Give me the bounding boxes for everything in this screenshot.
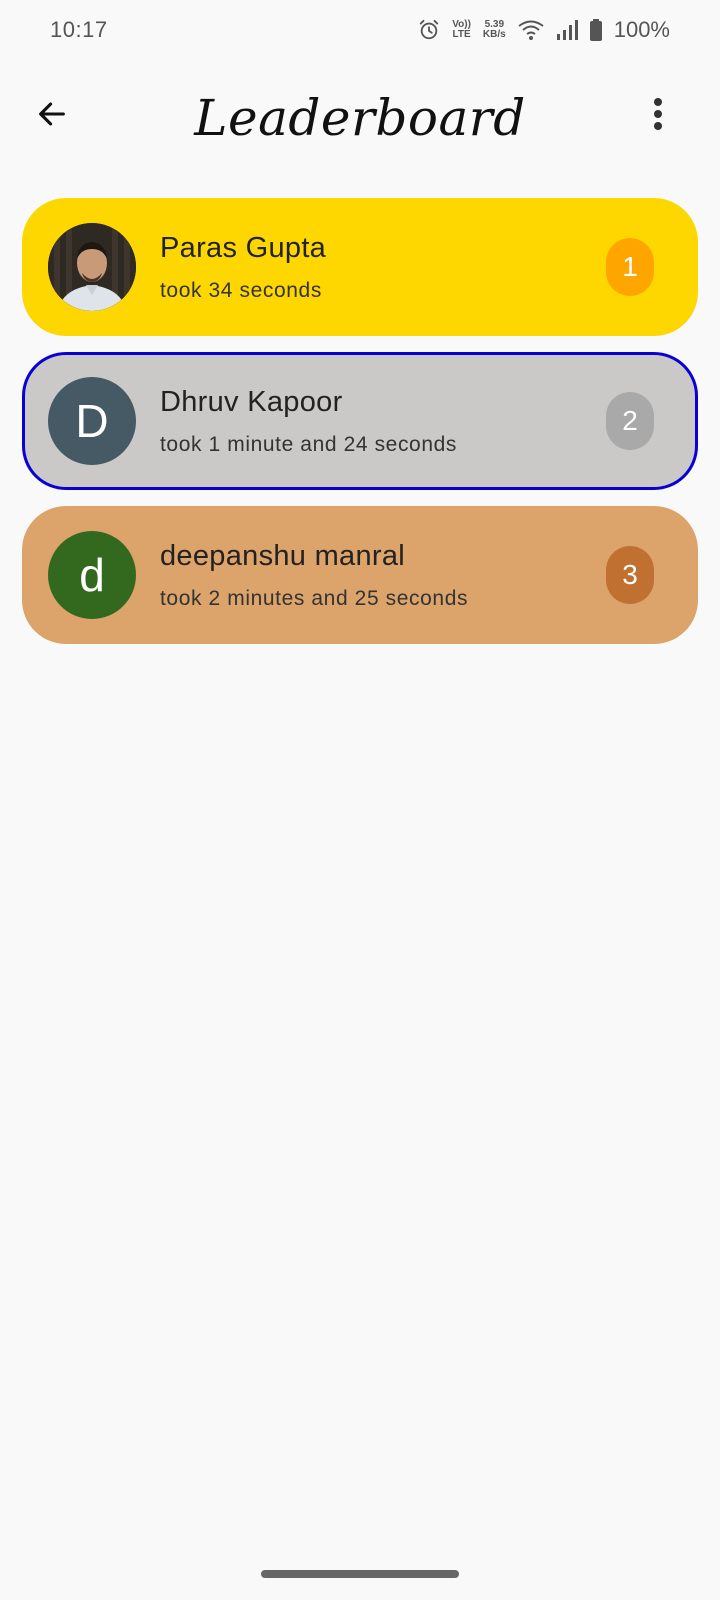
leaderboard-entry-highlighted[interactable]: D Dhruv Kapoor took 1 minute and 24 seco… <box>22 352 698 490</box>
avatar-photo <box>48 223 136 311</box>
back-button[interactable] <box>30 94 74 138</box>
rank-badge: 3 <box>606 546 654 604</box>
status-bar: 10:17 Vo)) LTE 5.39 KB/s 100% <box>0 0 720 60</box>
avatar-letter: D <box>48 377 136 465</box>
avatar-letter: d <box>48 531 136 619</box>
app-bar: Leaderboard <box>0 70 720 166</box>
rank-badge: 1 <box>606 238 654 296</box>
status-icons: Vo)) LTE 5.39 KB/s 100% <box>418 17 670 43</box>
network-speed-unit: KB/s <box>482 29 506 40</box>
home-indicator[interactable] <box>261 1570 459 1578</box>
page-title: Leaderboard <box>194 89 526 147</box>
battery-percentage: 100% <box>613 17 670 42</box>
battery-icon <box>589 19 602 41</box>
leaderboard-entry[interactable]: Paras Gupta took 34 seconds 1 <box>22 198 698 336</box>
network-speed: 5.39 KB/s <box>483 20 506 40</box>
arrow-back-icon <box>35 97 69 136</box>
volte-icon: Vo)) LTE <box>452 20 471 40</box>
signal-icon <box>556 20 578 40</box>
rank-badge: 2 <box>606 392 654 450</box>
volte-bottom-text: LTE <box>452 29 471 40</box>
leaderboard-entry[interactable]: d deepanshu manral took 2 minutes and 25… <box>22 506 698 644</box>
more-vert-icon <box>653 97 663 136</box>
wifi-icon <box>518 20 544 40</box>
status-time: 10:17 <box>50 17 108 42</box>
alarm-icon <box>418 19 440 41</box>
leaderboard-list: Paras Gupta took 34 seconds 1 D Dhruv Ka… <box>22 198 698 660</box>
overflow-menu-button[interactable] <box>636 94 680 138</box>
